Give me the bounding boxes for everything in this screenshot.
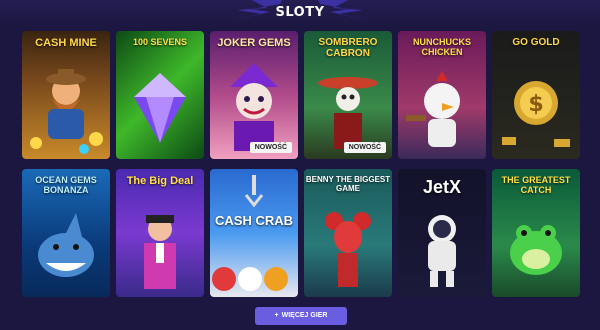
new-badge: NOWOŚĆ bbox=[343, 142, 386, 153]
game-card-nunchucks-chicken[interactable]: NUNCHUCKS CHICKEN bbox=[398, 31, 486, 159]
frog-art bbox=[510, 225, 562, 275]
host-art bbox=[144, 215, 176, 289]
astronaut-art bbox=[428, 215, 456, 287]
section-title: SLOTY bbox=[275, 5, 325, 20]
game-title: GO GOLD bbox=[512, 37, 560, 48]
game-title: NUNCHUCKS CHICKEN bbox=[413, 37, 471, 57]
game-card-joker-gems[interactable]: JOKER GEMS NOWOŚĆ bbox=[210, 31, 298, 159]
game-title: OCEAN GEMS BONANZA bbox=[35, 175, 97, 195]
game-title: THE GREATEST CATCH bbox=[501, 175, 571, 195]
game-title: 100 SEVENS bbox=[132, 37, 188, 47]
game-title: JOKER GEMS bbox=[217, 37, 291, 49]
new-badge: NOWOŚĆ bbox=[249, 142, 292, 153]
more-games-button[interactable]: + WIĘCEJ GIER bbox=[255, 307, 347, 325]
game-card-cash-crab[interactable]: CASH CRAB bbox=[210, 169, 298, 297]
game-title: The Big Deal bbox=[126, 175, 194, 187]
more-games-label: WIĘCEJ GIER bbox=[281, 312, 328, 319]
game-title: CASH MINE bbox=[35, 37, 97, 49]
game-card-the-big-deal[interactable]: The Big Deal bbox=[116, 169, 204, 297]
game-title: CASH CRAB bbox=[215, 213, 293, 228]
shark-art bbox=[38, 213, 94, 277]
game-card-ocean-gems-bonanza[interactable]: OCEAN GEMS BONANZA bbox=[22, 169, 110, 297]
plus-icon: + bbox=[274, 312, 279, 319]
game-title: SOMBRERO CABRON bbox=[318, 37, 378, 59]
game-title: BENNY THE BIGGEST GAME bbox=[305, 175, 391, 193]
svg-text:$: $ bbox=[528, 92, 543, 117]
rat-art bbox=[325, 212, 371, 287]
game-title: JetX bbox=[422, 177, 462, 197]
game-card-sombrero-cabron[interactable]: SOMBRERO CABRON NOWOŚĆ bbox=[304, 31, 392, 159]
chicken-art bbox=[406, 71, 460, 147]
game-card-benny-the-biggest-game[interactable]: BENNY THE BIGGEST GAME bbox=[304, 169, 392, 297]
diamond-art bbox=[134, 73, 186, 143]
balls-art bbox=[212, 267, 288, 291]
miner-art bbox=[30, 69, 103, 154]
gold-coin-art: $ bbox=[502, 81, 570, 147]
game-card-go-gold[interactable]: GO GOLD $ bbox=[492, 31, 580, 159]
game-card-100-sevens[interactable]: 100 SEVENS bbox=[116, 31, 204, 159]
game-card-the-greatest-catch[interactable]: THE GREATEST CATCH bbox=[492, 169, 580, 297]
claw-art bbox=[244, 175, 264, 208]
game-card-jetx[interactable]: JetX bbox=[398, 169, 486, 297]
game-card-cash-mine[interactable]: CASH MINE bbox=[22, 31, 110, 159]
